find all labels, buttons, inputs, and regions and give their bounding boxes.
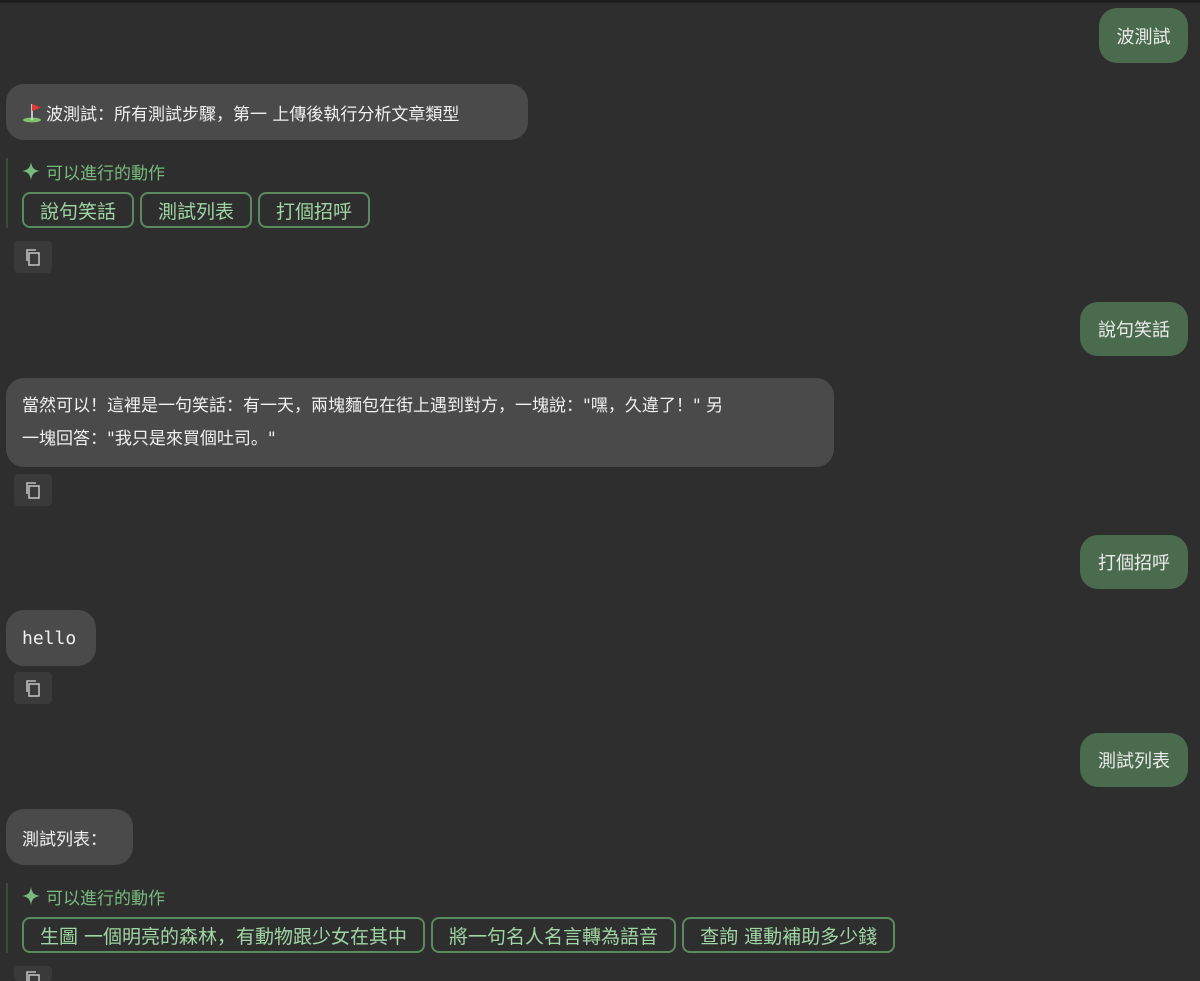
actions-title: 可以進行的動作 — [46, 888, 165, 909]
bot-message: hello — [6, 610, 96, 666]
bot-message-text: 測試列表： — [22, 829, 107, 850]
user-message: 打個招呼 — [1080, 535, 1188, 589]
user-message: 測試列表 — [1080, 733, 1188, 787]
suggested-actions: 可以進行的動作 說句笑話 測試列表 打個招呼 — [6, 158, 371, 228]
action-chip-test-list[interactable]: 測試列表 — [140, 192, 253, 228]
sparkle-icon — [22, 887, 40, 905]
bot-message: 測試列表： — [6, 809, 133, 865]
bot-message-text-line2: 一塊回答："我只是來買個吐司。" — [22, 429, 276, 449]
copy-button[interactable] — [14, 241, 52, 273]
user-message: 波測試 — [1099, 8, 1188, 63]
actions-header: 可以進行的動作 — [22, 158, 370, 184]
copy-button[interactable] — [14, 672, 52, 704]
chat-area: 波測試 波測試：所有測試步驟，第一 上傳後執行分析文章類型 可以進行的動作 說句… — [0, 0, 1200, 981]
sparkle-icon — [22, 162, 40, 180]
copy-icon — [26, 482, 40, 499]
action-chip-joke[interactable]: 說句笑話 — [22, 192, 135, 228]
action-chips: 說句笑話 測試列表 打個招呼 — [22, 192, 371, 228]
copy-icon — [26, 680, 40, 697]
copy-icon — [26, 249, 40, 266]
user-message: 說句笑話 — [1080, 302, 1188, 356]
user-message-text: 說句笑話 — [1098, 320, 1170, 341]
suggested-actions: 可以進行的動作 生圖 一個明亮的森林，有動物跟少女在其中 將一句名人名言轉為語音… — [6, 883, 896, 953]
action-chips: 生圖 一個明亮的森林，有動物跟少女在其中 將一句名人名言轉為語音 查詢 運動補助… — [22, 917, 896, 953]
action-chip-generate-image[interactable]: 生圖 一個明亮的森林，有動物跟少女在其中 — [22, 917, 426, 953]
user-message-text: 打個招呼 — [1098, 553, 1170, 574]
action-chip-quote-to-speech[interactable]: 將一句名人名言轉為語音 — [431, 917, 677, 953]
bot-message: 當然可以！這裡是一句笑話：有一天，兩塊麵包在街上遇到對方，一塊說："嘿，久違了！… — [6, 378, 834, 467]
golf-flag-icon — [23, 104, 41, 123]
bot-message-text: hello — [22, 627, 77, 649]
copy-button[interactable] — [14, 474, 52, 506]
copy-button[interactable] — [14, 966, 52, 981]
user-message-text: 波測試 — [1116, 26, 1171, 48]
actions-title: 可以進行的動作 — [46, 163, 165, 184]
bot-message: 波測試：所有測試步驟，第一 上傳後執行分析文章類型 — [6, 84, 528, 140]
action-chip-greet[interactable]: 打個招呼 — [258, 192, 371, 228]
user-message-text: 測試列表 — [1098, 751, 1170, 772]
action-chip-query-subsidy[interactable]: 查詢 運動補助多少錢 — [682, 917, 896, 953]
bot-message-text: 波測試：所有測試步驟，第一 上傳後執行分析文章類型 — [46, 104, 460, 125]
bot-message-text-line1: 當然可以！這裡是一句笑話：有一天，兩塊麵包在街上遇到對方，一塊說："嘿，久違了！… — [22, 396, 724, 416]
actions-header: 可以進行的動作 — [22, 883, 895, 909]
copy-icon — [26, 971, 40, 981]
